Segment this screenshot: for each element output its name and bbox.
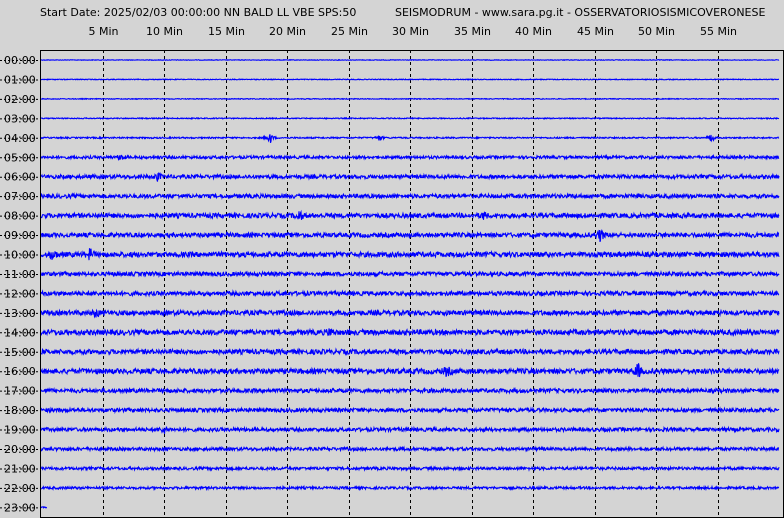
- seismogram-chart: 5 Min 10 Min 15 Min 20 Min 25 Min 30 Min 35 Mi…: [0, 25, 784, 518]
- trace-row-19-00: [40, 425, 780, 434]
- row-label: 02:00: [4, 93, 36, 106]
- x-tick-label: 20 Min: [269, 25, 306, 38]
- trace-row-14-00: [40, 327, 780, 338]
- trace-row-01-00: [40, 78, 780, 81]
- x-tick-label: 5 Min: [88, 25, 118, 38]
- x-tick-label: 45 Min: [577, 25, 614, 38]
- x-tick-label: 25 Min: [331, 25, 368, 38]
- trace-row-06-00: [40, 171, 780, 182]
- row-label: 14:00: [4, 326, 36, 339]
- row-label: 01:00: [4, 73, 36, 86]
- trace-row-02-00: [40, 97, 780, 101]
- row-label: 15:00: [4, 346, 36, 359]
- row-label: 20:00: [4, 443, 36, 456]
- x-tick-label: 55 Min: [700, 25, 737, 38]
- row-label: 07:00: [4, 190, 36, 203]
- trace-row-23-00: [40, 505, 48, 509]
- row-label: 00:00: [4, 54, 36, 67]
- x-tick-label: 40 Min: [515, 25, 552, 38]
- row-label: 08:00: [4, 210, 36, 223]
- row-label: 21:00: [4, 462, 36, 475]
- x-tick-label: 30 Min: [392, 25, 429, 38]
- row-label: 18:00: [4, 404, 36, 417]
- x-tick-label: 50 Min: [638, 25, 675, 38]
- x-tick-label: 35 Min: [454, 25, 491, 38]
- trace-row-03-00: [40, 116, 780, 120]
- row-label: 10:00: [4, 249, 36, 262]
- row-label: 16:00: [4, 365, 36, 378]
- row-label: 22:00: [4, 482, 36, 495]
- row-label: 06:00: [4, 171, 36, 184]
- row-label: 23:00: [4, 501, 36, 514]
- trace-row-21-00: [41, 464, 780, 472]
- trace-row-22-00: [40, 484, 780, 492]
- trace-row-11-00: [40, 269, 780, 278]
- row-label: 11:00: [4, 268, 36, 281]
- row-label: 05:00: [4, 151, 36, 164]
- trace-row-07-00: [40, 191, 780, 201]
- row-label: 13:00: [4, 307, 36, 320]
- row-label: 19:00: [4, 424, 36, 437]
- x-tick-label: 10 Min: [146, 25, 183, 38]
- trace-row-00-00: [40, 58, 780, 62]
- row-label: 04:00: [4, 132, 36, 145]
- row-label: 12:00: [4, 287, 36, 300]
- x-tick-label: 15 Min: [208, 25, 245, 38]
- row-label: 03:00: [4, 112, 36, 125]
- trace-row-17-00: [40, 386, 780, 395]
- row-label: 09:00: [4, 229, 36, 242]
- row-label: 17:00: [4, 385, 36, 398]
